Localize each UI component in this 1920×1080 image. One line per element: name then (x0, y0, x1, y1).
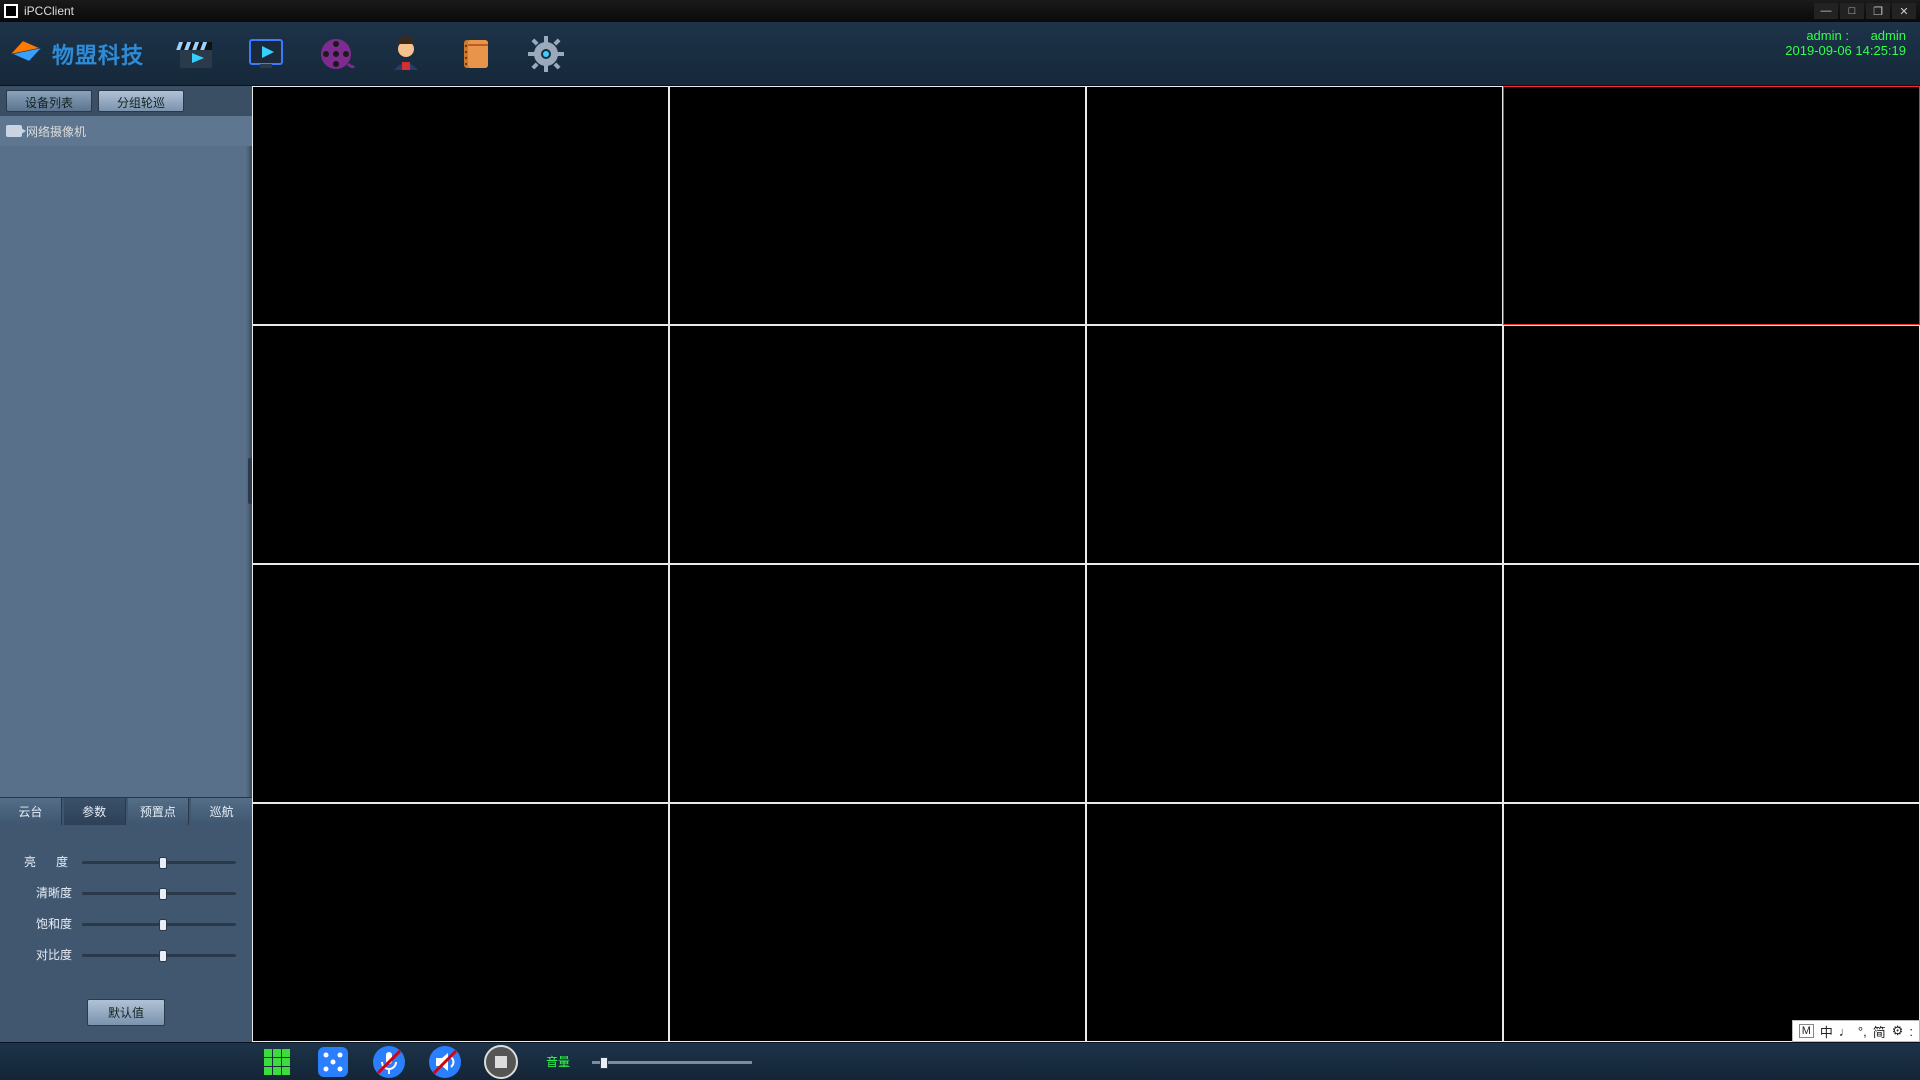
brand-name: 物盟科技 (52, 38, 144, 70)
restore-button[interactable]: ❐ (1866, 3, 1890, 19)
app-icon (4, 4, 18, 18)
video-grid-container (252, 86, 1920, 1042)
device-tree-root[interactable]: 网络摄像机 (0, 116, 252, 146)
video-cell[interactable] (252, 564, 669, 803)
close-button[interactable]: ✕ (1892, 3, 1916, 19)
camera-icon (6, 125, 22, 137)
ime-music-icon[interactable]: ♩ (1839, 1024, 1852, 1039)
contrast-slider[interactable] (82, 948, 236, 962)
video-cell[interactable] (252, 325, 669, 564)
grid-layout-icon[interactable] (260, 1045, 294, 1079)
ime-mode[interactable]: M (1799, 1024, 1814, 1038)
user-label: admin : (1806, 28, 1849, 43)
video-cell[interactable] (1086, 325, 1503, 564)
maximize-button[interactable]: □ (1840, 3, 1864, 19)
sidebar: 设备列表 分组轮巡 网络摄像机 云台 参数 预置点 巡航 亮 度 清晰度 (0, 86, 252, 1042)
tab-device-list[interactable]: 设备列表 (6, 90, 92, 112)
ime-punct[interactable]: °, (1858, 1024, 1867, 1039)
video-cell[interactable] (1503, 803, 1920, 1042)
params-panel: 亮 度 清晰度 饱和度 对比度 默认值 (0, 825, 252, 1042)
saturation-slider[interactable] (82, 917, 236, 931)
bottom-toolbar: 音量 (0, 1042, 1920, 1080)
video-cell[interactable] (1086, 86, 1503, 325)
fullscreen-icon[interactable] (316, 1045, 350, 1079)
speaker-icon[interactable] (428, 1045, 462, 1079)
brightness-label: 亮 度 (16, 853, 72, 870)
header-toolbar: 物盟科技 admin : admin 2019-09-06 (0, 22, 1920, 86)
ime-lang[interactable]: 中 (1820, 1022, 1833, 1041)
saturation-label: 饱和度 (16, 915, 72, 932)
sharpness-label: 清晰度 (16, 884, 72, 901)
video-cell[interactable] (669, 325, 1086, 564)
video-cell[interactable] (1086, 564, 1503, 803)
settings-gear-icon[interactable] (524, 32, 568, 76)
tab-group-patrol[interactable]: 分组轮巡 (98, 90, 184, 112)
window-title: iPCClient (24, 4, 74, 18)
sidebar-tabs: 设备列表 分组轮巡 (0, 86, 252, 116)
minimize-button[interactable]: — (1814, 3, 1838, 19)
video-cell[interactable] (1503, 564, 1920, 803)
ime-settings-icon[interactable]: ⚙ (1892, 1023, 1904, 1039)
volume-slider[interactable] (592, 1055, 752, 1069)
tab-preset[interactable]: 预置点 (128, 798, 190, 825)
clapper-icon[interactable] (174, 32, 218, 76)
notebook-icon[interactable] (454, 32, 498, 76)
user-info: admin : admin 2019-09-06 14:25:19 (1785, 28, 1906, 58)
stop-record-icon[interactable] (484, 1045, 518, 1079)
user-support-icon[interactable] (384, 32, 428, 76)
brand-mark-icon (10, 37, 44, 71)
video-cell[interactable] (669, 564, 1086, 803)
datetime: 2019-09-06 14:25:19 (1785, 43, 1906, 58)
video-cell[interactable] (669, 803, 1086, 1042)
ime-bar[interactable]: M 中 ♩ °, 简 ⚙ : (1792, 1020, 1920, 1042)
volume-label: 音量 (546, 1053, 570, 1070)
ime-extra[interactable]: : (1909, 1024, 1913, 1039)
window-titlebar: iPCClient — □ ❐ ✕ (0, 0, 1920, 22)
film-reel-icon[interactable] (314, 32, 358, 76)
device-tree-area (0, 146, 252, 797)
user-value: admin (1871, 28, 1906, 43)
contrast-label: 对比度 (16, 946, 72, 963)
video-cell[interactable] (669, 86, 1086, 325)
tab-ptz[interactable]: 云台 (0, 798, 62, 825)
video-cell[interactable] (252, 86, 669, 325)
tab-cruise[interactable]: 巡航 (191, 798, 252, 825)
main-toolbar (174, 32, 568, 76)
video-grid (252, 86, 1920, 1042)
ime-simpl[interactable]: 简 (1873, 1022, 1886, 1041)
sharpness-slider[interactable] (82, 886, 236, 900)
main-area: 设备列表 分组轮巡 网络摄像机 云台 参数 预置点 巡航 亮 度 清晰度 (0, 86, 1920, 1042)
play-monitor-icon[interactable] (244, 32, 288, 76)
video-cell[interactable] (1503, 325, 1920, 564)
mic-icon[interactable] (372, 1045, 406, 1079)
device-tree-root-label: 网络摄像机 (26, 123, 86, 140)
video-cell[interactable] (1503, 86, 1920, 325)
brightness-slider[interactable] (82, 855, 236, 869)
brand-logo: 物盟科技 (10, 37, 144, 71)
video-cell[interactable] (1086, 803, 1503, 1042)
video-cell[interactable] (252, 803, 669, 1042)
tab-params[interactable]: 参数 (64, 798, 126, 825)
control-tabs: 云台 参数 预置点 巡航 (0, 797, 252, 825)
default-button[interactable]: 默认值 (87, 999, 165, 1026)
